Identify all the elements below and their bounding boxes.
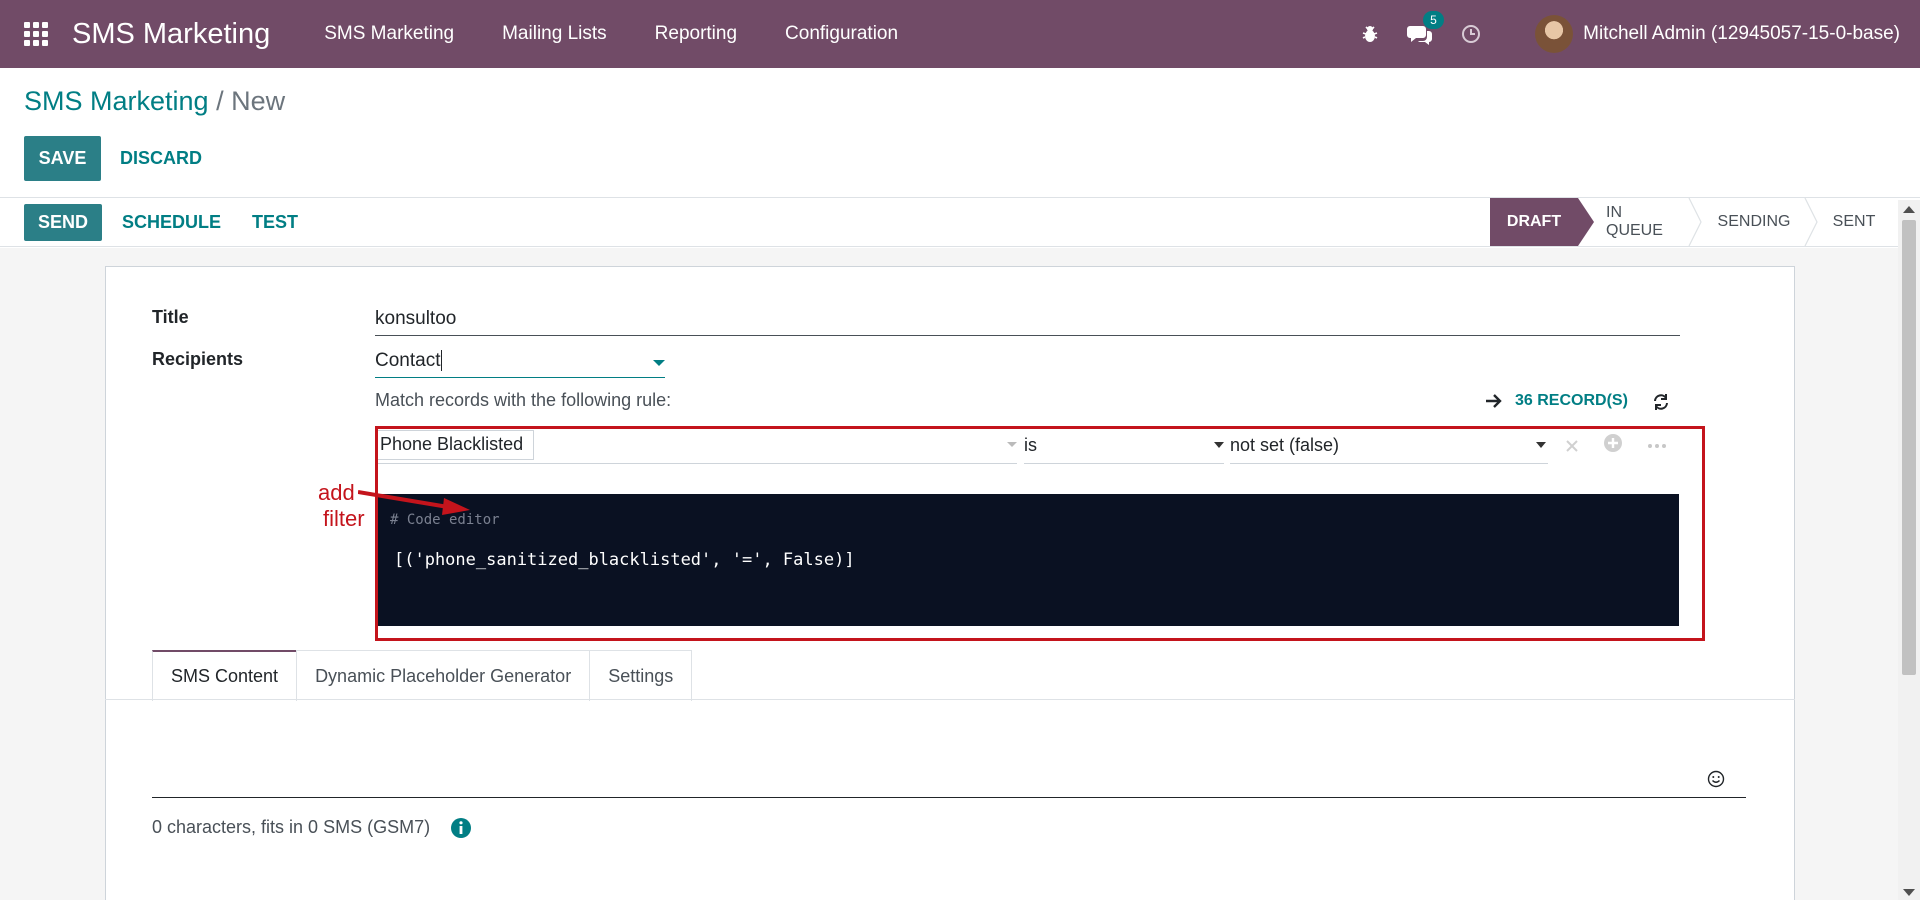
bug-icon[interactable] xyxy=(1361,24,1379,44)
stage-label: SENT xyxy=(1832,213,1876,230)
info-icon[interactable] xyxy=(450,817,472,844)
user-avatar[interactable] xyxy=(1535,15,1574,53)
annotation-arrow-icon xyxy=(358,490,470,515)
scroll-down-icon[interactable] xyxy=(1903,889,1915,896)
match-rule-text: Match records with the following rule: xyxy=(375,390,672,410)
recipients-value: Contact xyxy=(375,350,441,371)
status-bar: SEND SCHEDULE TEST DRAFT IN QUEUE SENDIN… xyxy=(0,197,1920,247)
menu-configuration[interactable]: Configuration xyxy=(785,23,898,45)
discard-button[interactable]: DISCARD xyxy=(120,136,202,181)
sms-char-count: 0 characters, fits in 0 SMS (GSM7) xyxy=(152,817,431,837)
stage-pipeline: DRAFT IN QUEUE SENDING SENT xyxy=(1490,198,1896,246)
tab-settings[interactable]: Settings xyxy=(589,650,693,701)
top-navbar: SMS Marketing SMS Marketing Mailing List… xyxy=(0,0,1920,68)
recipients-select[interactable]: Contact xyxy=(375,346,665,378)
emoji-icon[interactable] xyxy=(1707,770,1725,793)
breadcrumb-current: New xyxy=(231,86,286,116)
recipients-label: Recipients xyxy=(152,349,244,369)
sms-body-input[interactable] xyxy=(152,760,1746,798)
breadcrumb-separator: / xyxy=(216,86,224,116)
stage-sending[interactable]: SENDING xyxy=(1696,198,1818,246)
menu-sms-marketing[interactable]: SMS Marketing xyxy=(324,23,454,45)
schedule-button[interactable]: SCHEDULE xyxy=(122,204,221,241)
stage-label: DRAFT xyxy=(1506,213,1562,230)
breadcrumb-parent[interactable]: SMS Marketing xyxy=(24,86,209,116)
arrow-right-icon xyxy=(1486,394,1502,408)
tab-dynamic-placeholder-generator[interactable]: Dynamic Placeholder Generator xyxy=(296,650,591,701)
messages-icon[interactable]: 5 xyxy=(1407,11,1444,45)
scroll-up-icon[interactable] xyxy=(1903,206,1915,213)
highlight-box xyxy=(375,426,1705,641)
messages-badge: 5 xyxy=(1423,11,1444,29)
stage-in-queue[interactable]: IN QUEUE xyxy=(1578,198,1702,246)
notebook-tabs: SMS Content Dynamic Placeholder Generato… xyxy=(152,650,693,701)
breadcrumb: SMS Marketing / New xyxy=(24,86,285,117)
refresh-icon[interactable] xyxy=(1652,393,1670,416)
app-brand[interactable]: SMS Marketing xyxy=(72,18,270,51)
records-count-button[interactable]: 36 RECORD(S) xyxy=(1485,392,1628,410)
stage-label: IN QUEUE xyxy=(1606,204,1663,239)
page-scrollbar[interactable] xyxy=(1898,200,1920,900)
stage-sent[interactable]: SENT xyxy=(1812,198,1896,246)
clock-icon[interactable] xyxy=(1461,24,1481,44)
user-menu[interactable]: Mitchell Admin (12945057-15-0-base) xyxy=(1583,23,1900,45)
records-count: 36 RECORD(S) xyxy=(1515,392,1628,409)
title-label: Title xyxy=(152,307,189,327)
apps-menu-icon[interactable] xyxy=(22,20,50,48)
stage-label: SENDING xyxy=(1717,213,1791,230)
stage-draft[interactable]: DRAFT xyxy=(1490,198,1594,246)
scroll-thumb[interactable] xyxy=(1902,220,1916,675)
tab-sms-content[interactable]: SMS Content xyxy=(152,650,298,701)
save-button[interactable]: SAVE xyxy=(24,136,101,181)
navbar-systray: 5 Mitchell Admin (12945057-15-0-base) xyxy=(1347,0,1900,68)
title-input[interactable]: konsultoo xyxy=(375,304,1680,336)
send-button[interactable]: SEND xyxy=(24,204,102,241)
menu-reporting[interactable]: Reporting xyxy=(655,23,737,45)
chevron-down-icon[interactable] xyxy=(653,360,665,366)
test-button[interactable]: TEST xyxy=(252,204,298,241)
tabs-divider xyxy=(105,699,1795,700)
menu-mailing-lists[interactable]: Mailing Lists xyxy=(502,23,607,45)
